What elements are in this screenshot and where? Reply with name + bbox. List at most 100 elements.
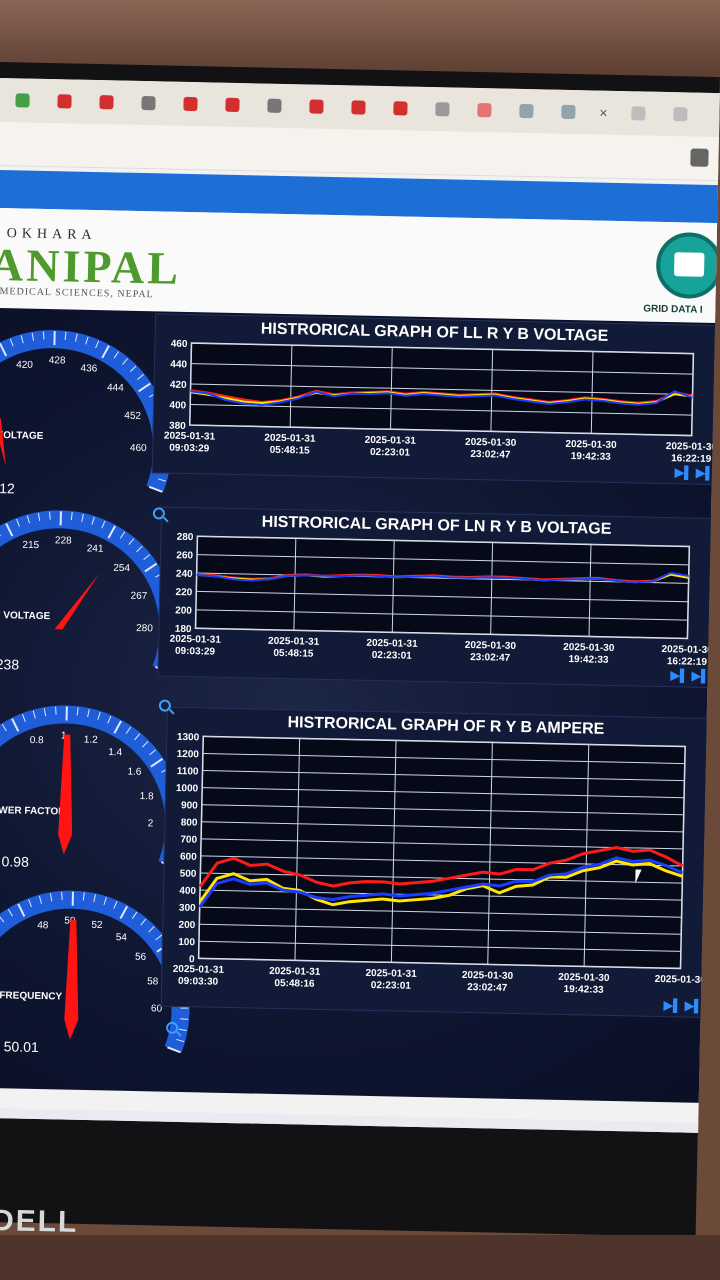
tab-favicon-icon <box>267 98 282 113</box>
x-tick-label: 23:02:47 <box>470 449 511 461</box>
browser-tab[interactable] <box>171 89 210 120</box>
browser-tab[interactable] <box>255 90 294 121</box>
gauge-tick-label: 56 <box>135 952 147 963</box>
browser-tab[interactable] <box>465 95 504 126</box>
chart-nav-icon[interactable]: ▶▌ ▶▌ <box>675 465 714 480</box>
chart-ampere[interactable]: HISTRORICAL GRAPH OF R Y B AMPERE 1300 120… <box>160 706 720 1019</box>
chart-ln-voltage[interactable]: HISTRORICAL GRAPH OF LN R Y B VOLTAGE 280… <box>157 506 720 689</box>
tab-favicon-icon <box>393 101 408 116</box>
tab-favicon-icon <box>561 104 576 120</box>
x-tick-label: 2025-01-30 <box>666 441 718 453</box>
x-tick-label: 2025-01-31 <box>268 636 320 648</box>
tab-favicon-icon <box>141 95 156 111</box>
x-tick-label: 05:48:16 <box>274 978 315 990</box>
browser-tab[interactable] <box>213 89 252 120</box>
tab-favicon-icon <box>15 93 30 108</box>
plot-area <box>197 735 686 970</box>
browser-tab[interactable] <box>661 99 700 130</box>
gauge-tick-label: 460 <box>130 443 147 454</box>
gauge-tick <box>180 1018 189 1020</box>
gauge-value: 50.01 <box>3 1038 39 1056</box>
monitor-screen: × OKHARA ANIPAL MEDICAL SCIENCES, NEPAL … <box>0 78 720 1133</box>
extension-icon[interactable] <box>690 148 709 167</box>
x-tick-label: 2025-01-31 <box>170 634 222 646</box>
gauge-label: FREQUENCY <box>0 990 63 1002</box>
gauge-tick-label: 48 <box>37 920 49 931</box>
chart-plot: 2802602402202001802025-01-3109:03:292025… <box>170 532 714 668</box>
x-tick-label: 2025-01-30 <box>655 974 707 986</box>
gauge-tick-label: 428 <box>49 355 66 366</box>
zoom-icon[interactable] <box>158 699 172 712</box>
chart-ll-voltage[interactable]: HISTRORICAL GRAPH OF LL R Y B VOLTAGE 460… <box>151 313 720 486</box>
y-tick-label: 280 <box>177 532 194 543</box>
y-tick-label: 1200 <box>177 749 200 760</box>
gauge-label: POWER FACTOR <box>0 805 66 818</box>
x-tick-label: 23:02:47 <box>467 982 508 994</box>
gauge-label: LN VOLTAGE <box>0 610 51 622</box>
x-tick-label: 23:02:47 <box>470 652 511 664</box>
x-tick-label: 2025-01-30 <box>565 439 617 451</box>
mouse-cursor <box>635 869 642 884</box>
x-tick-label: 09:03:30 <box>178 976 219 988</box>
tab-favicon-icon <box>435 102 450 117</box>
gauge-tick-label: 280 <box>136 623 153 634</box>
x-tick-label: 19:42:33 <box>568 654 609 666</box>
gauge-needle <box>58 734 73 855</box>
y-tick-label: 1300 <box>177 732 200 743</box>
y-tick-label: 300 <box>179 903 196 914</box>
x-tick-label: 19:42:33 <box>571 451 612 463</box>
gauge-tick-label: 1.6 <box>127 766 142 777</box>
y-tick-label: 260 <box>176 550 193 561</box>
gauge-tick-label: 436 <box>80 363 97 374</box>
y-tick-label: 240 <box>176 569 193 580</box>
gauge-tick-label: 2 <box>148 818 154 829</box>
gauge-tick-label: 0.8 <box>30 735 45 746</box>
browser-tab[interactable] <box>87 87 126 118</box>
browser-tab[interactable] <box>3 85 42 116</box>
y-tick-label: 1100 <box>177 766 199 777</box>
y-tick-label: 100 <box>178 937 195 948</box>
gauge-needle <box>0 417 6 467</box>
y-tick-label: 800 <box>181 817 198 828</box>
x-tick-label: 2025-01-31 <box>264 433 316 445</box>
grid-data-logo-icon[interactable] <box>655 231 720 300</box>
browser-tab[interactable] <box>297 91 336 122</box>
chart-nav-icon[interactable]: ▶▌ ▶▌ <box>664 998 703 1013</box>
tab-favicon-icon <box>183 96 198 112</box>
tab-favicon-icon <box>225 97 240 113</box>
x-tick-label: 02:23:01 <box>371 980 412 992</box>
gauge-tick-label: 267 <box>130 591 147 602</box>
tab-close-icon[interactable]: × <box>591 104 615 121</box>
y-tick-label: 500 <box>180 869 197 880</box>
x-tick-label: 19:42:33 <box>564 984 605 996</box>
gauge-tick-label: 1.8 <box>140 791 155 802</box>
gauge-tick-label: 254 <box>113 563 130 574</box>
zoom-icon[interactable] <box>166 1021 179 1034</box>
gauge-tick-label: 52 <box>91 920 103 931</box>
browser-tab[interactable] <box>507 96 546 127</box>
browser-tab[interactable] <box>381 93 420 124</box>
x-tick-label: 2025-01-31 <box>173 964 225 976</box>
browser-tab[interactable] <box>619 98 658 129</box>
browser-tab[interactable] <box>549 97 588 128</box>
browser-tab[interactable] <box>339 92 378 123</box>
chart-nav-icon[interactable]: ▶▌ ▶▌ <box>670 668 709 683</box>
chart-plot: 4604404204003802025-01-3109:03:292025-01… <box>164 339 718 465</box>
tab-favicon-icon <box>631 106 646 121</box>
tab-favicon-icon <box>519 103 534 119</box>
y-tick-label: 200 <box>175 605 192 616</box>
gauge-tick-label: 228 <box>55 535 72 546</box>
browser-tab[interactable] <box>423 94 462 125</box>
y-tick-label: 700 <box>180 834 197 845</box>
y-tick-label: 400 <box>169 400 186 411</box>
x-tick-label: 16:22:19 <box>671 453 712 465</box>
tab-favicon-icon <box>57 94 72 109</box>
browser-tab[interactable] <box>45 86 84 117</box>
gauge-tick-label: 54 <box>116 932 128 943</box>
x-tick-label: 2025-01-30 <box>465 437 517 449</box>
browser-tab[interactable] <box>129 88 168 119</box>
gauge-tick-label: 215 <box>22 540 39 551</box>
x-tick-label: 2025-01-31 <box>366 638 418 650</box>
zoom-icon[interactable] <box>152 507 166 520</box>
gauge-needle <box>64 919 79 1040</box>
